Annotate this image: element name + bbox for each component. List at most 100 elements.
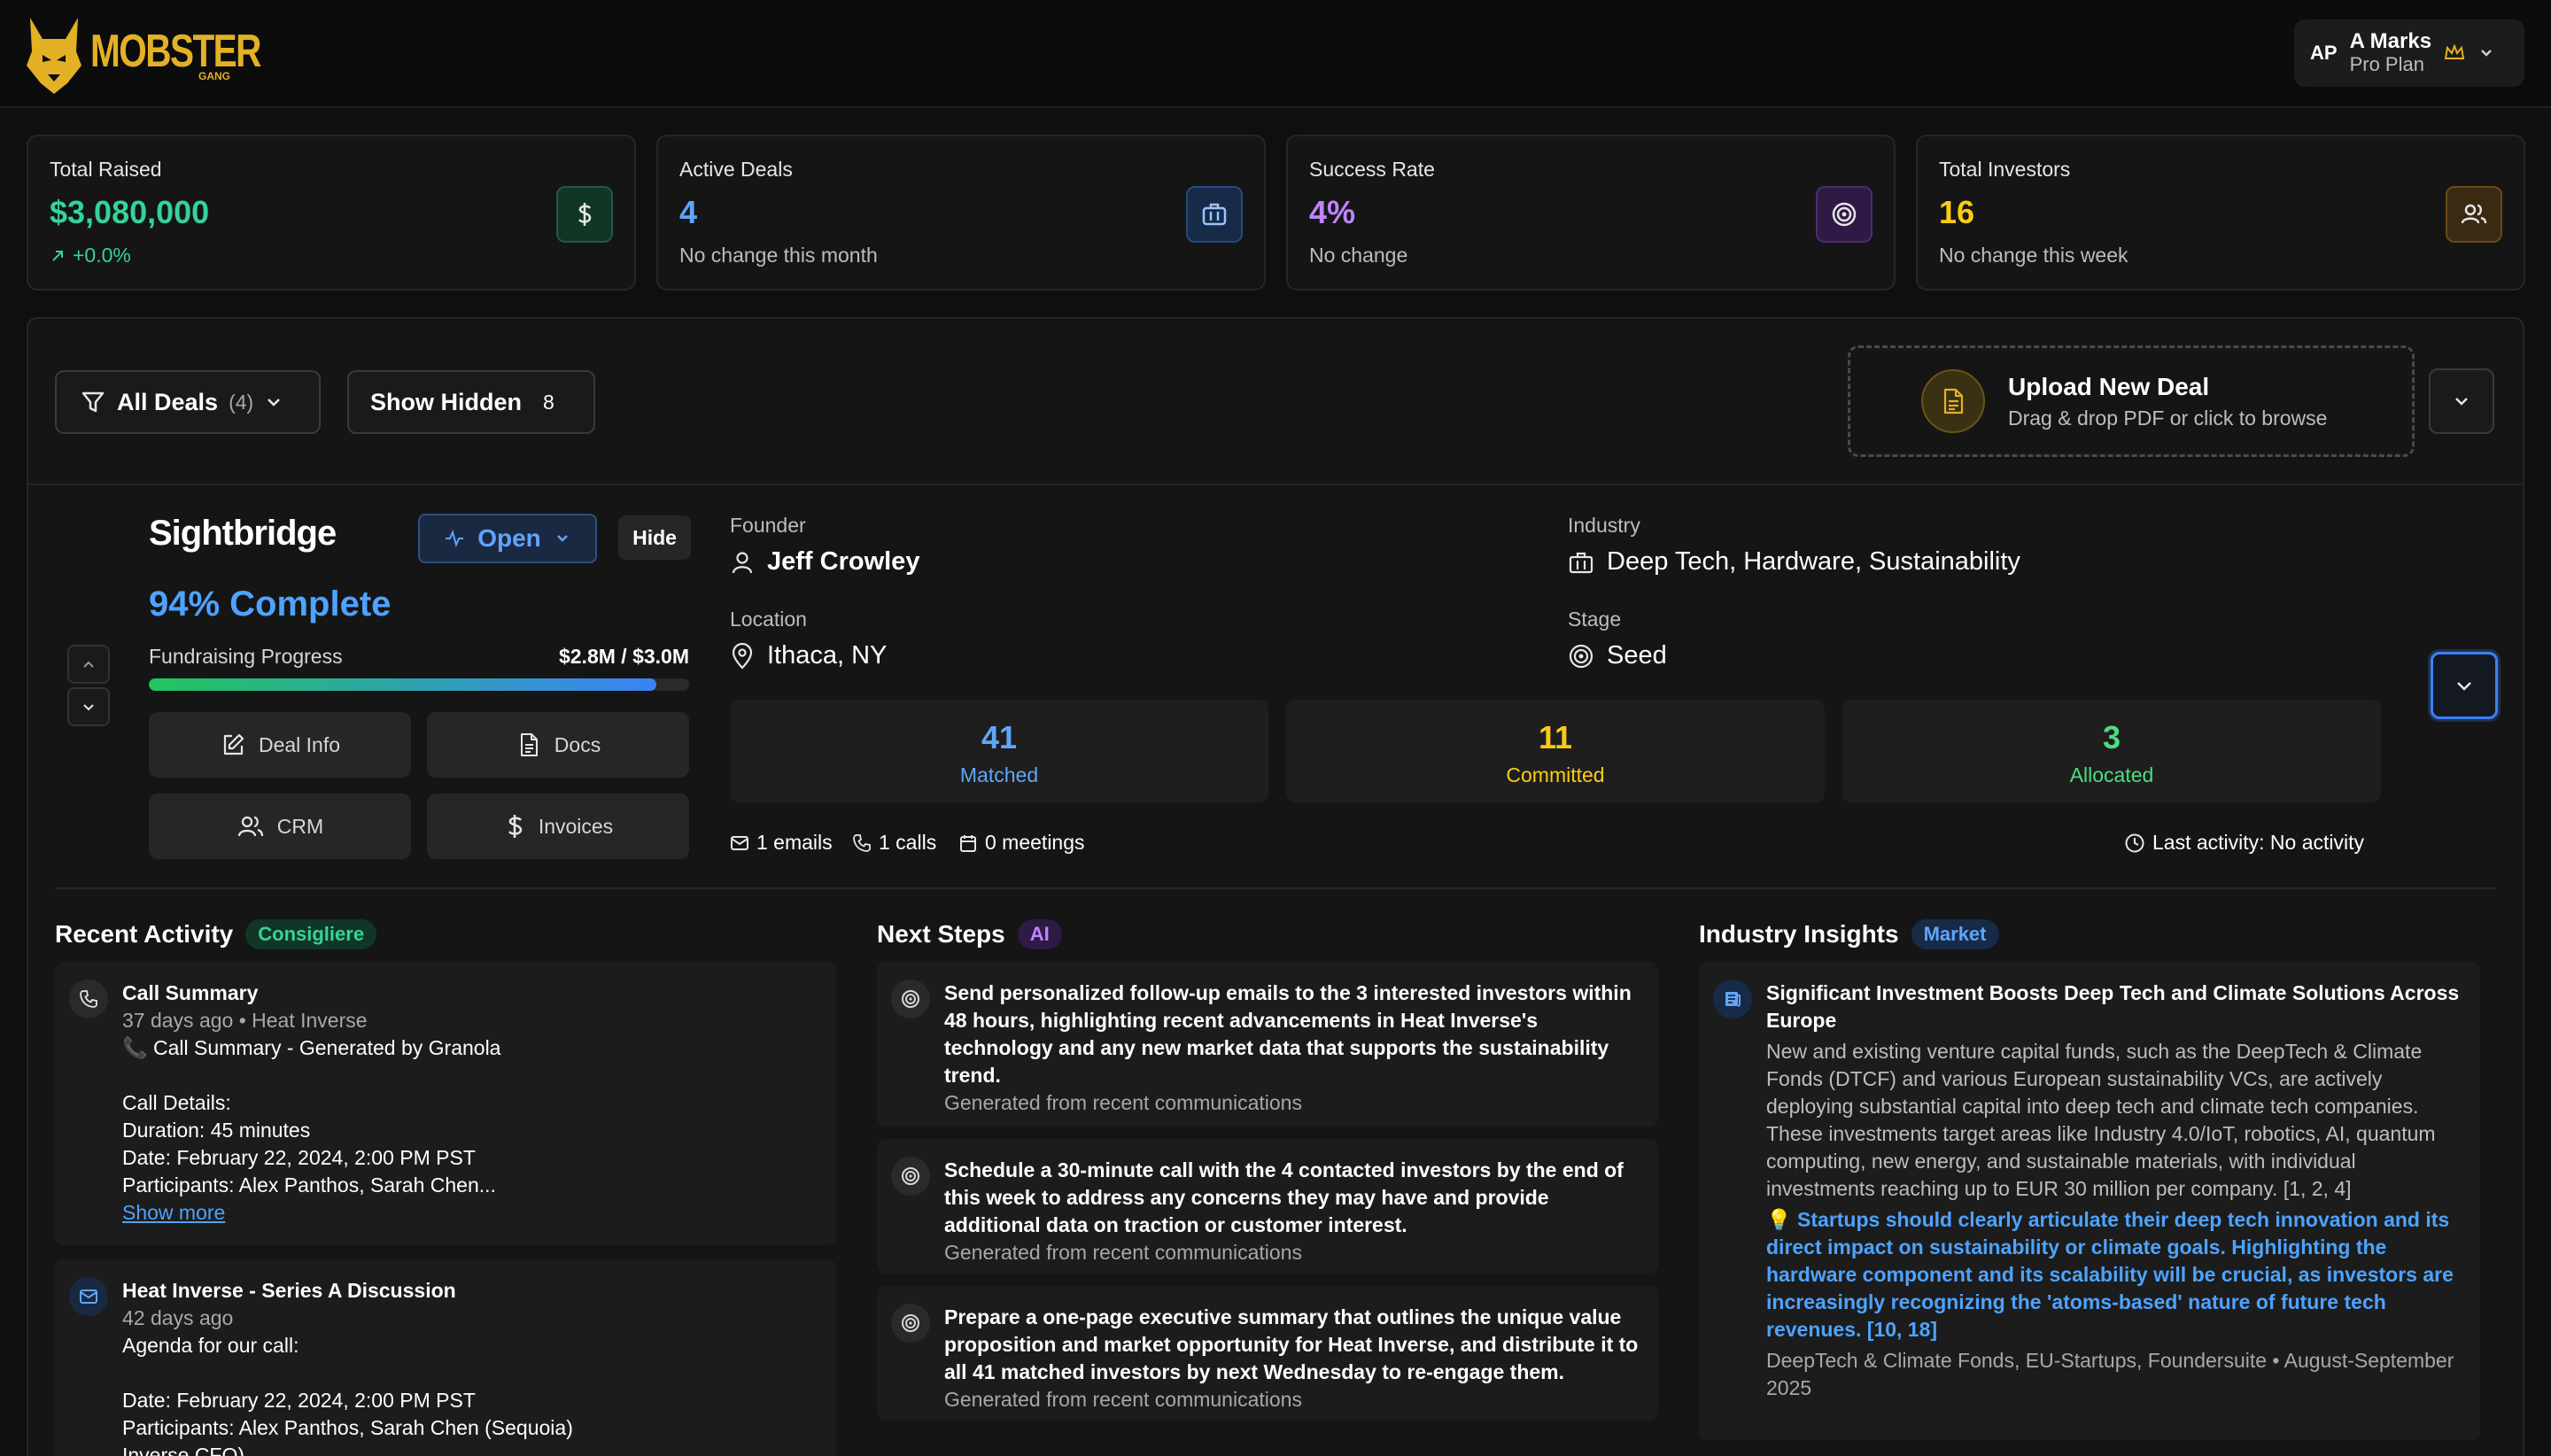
show-hidden-button[interactable]: Show Hidden 8 <box>347 370 595 434</box>
docs-button[interactable]: Docs <box>427 712 689 778</box>
stat-label: Total Investors <box>1939 158 2071 181</box>
activity-line: 📞 Call Summary - Generated by Granola <box>122 1036 501 1059</box>
insight-body: New and existing venture capital funds, … <box>1766 1040 2436 1200</box>
phone-icon <box>69 980 108 1018</box>
call-count-text: 1 calls <box>879 831 937 854</box>
phone-icon <box>853 833 871 852</box>
stat-label: Active Deals <box>679 158 793 181</box>
chevron-down-icon <box>2481 50 2492 57</box>
activity-title: Call Summary <box>122 981 259 1004</box>
activity-line: Agenda for our call: <box>122 1334 299 1357</box>
count-label: Matched <box>959 763 1039 786</box>
call-count: 1 calls <box>852 831 936 855</box>
stat-total-raised: Total Raised $3,080,000 +0.0% <box>27 135 636 290</box>
chevron-down-icon <box>83 704 94 711</box>
chevron-down-icon <box>268 399 281 407</box>
move-down-button[interactable] <box>67 687 110 726</box>
activity-item[interactable]: Heat Inverse - Series A Discussion 42 da… <box>55 1259 836 1456</box>
hide-deal-button[interactable]: Hide <box>618 515 691 560</box>
next-step-item[interactable]: Prepare a one-page executive summary tha… <box>877 1286 1658 1421</box>
move-up-button[interactable] <box>67 645 110 684</box>
upload-title: Upload New Deal <box>2008 372 2210 400</box>
committed-count[interactable]: 11 Committed <box>1286 700 1825 802</box>
activity-title: Heat Inverse - Series A Discussion <box>122 1279 456 1302</box>
next-step-text: Prepare a one-page executive summary tha… <box>944 1305 1639 1383</box>
stat-success-rate: Success Rate 4% No change <box>1286 135 1896 290</box>
chevron-up-icon <box>83 661 94 668</box>
next-step-item[interactable]: Schedule a 30-minute call with the 4 con… <box>877 1139 1658 1274</box>
brand-logo[interactable]: MOBSTER GANG <box>23 12 308 97</box>
expand-all-button[interactable] <box>2429 368 2494 434</box>
section-title: Recent Activity <box>55 920 234 948</box>
calendar-icon <box>960 834 976 852</box>
stage-text: Seed <box>1607 641 1667 670</box>
avatar: AP <box>2310 42 2338 64</box>
insight-item[interactable]: Significant Investment Boosts Deep Tech … <box>1699 962 2480 1440</box>
dollar-icon <box>556 186 613 243</box>
market-tag: Market <box>1911 919 1999 949</box>
document-icon <box>1921 369 1985 433</box>
stat-change: No change <box>1309 244 1408 267</box>
section-title: Next Steps <box>877 920 1005 948</box>
matched-count[interactable]: 41 Matched <box>730 700 1268 802</box>
location-label: Location <box>730 608 807 631</box>
invoices-button[interactable]: Invoices <box>427 794 689 859</box>
top-bar: MOBSTER GANG AP A Marks Pro Plan <box>0 0 2551 108</box>
stat-change: No change this week <box>1939 244 2128 267</box>
next-step-source: Generated from recent communications <box>944 1241 1302 1264</box>
action-label: Invoices <box>538 814 614 838</box>
count-label: Allocated <box>2069 763 2154 786</box>
last-activity: Last activity: No activity <box>2124 831 2364 855</box>
next-step-source: Generated from recent communications <box>944 1091 1302 1114</box>
stat-value: 16 <box>1939 194 1975 230</box>
target-icon <box>1816 186 1873 243</box>
collapse-deal-button[interactable] <box>2431 652 2498 719</box>
users-icon <box>237 816 263 837</box>
action-label: Docs <box>554 732 601 756</box>
show-hidden-label: Show Hidden <box>370 388 522 415</box>
all-deals-filter[interactable]: All Deals (4) <box>55 370 321 434</box>
mail-icon <box>69 1277 108 1316</box>
show-more-link[interactable]: Show more <box>122 1199 818 1227</box>
meeting-count-text: 0 meetings <box>985 831 1085 854</box>
next-step-text: Schedule a 30-minute call with the 4 con… <box>944 1158 1624 1236</box>
all-deals-count: (4) <box>229 390 254 414</box>
progress-fill <box>149 678 657 691</box>
count-value: 3 <box>2102 719 2121 755</box>
section-title: Industry Insights <box>1699 920 1899 948</box>
stat-label: Total Raised <box>50 158 162 181</box>
user-icon <box>732 551 753 573</box>
insight-title: Significant Investment Boosts Deep Tech … <box>1766 981 2460 1032</box>
target-icon <box>891 1157 930 1196</box>
deal-status-dropdown[interactable]: Open <box>418 514 597 563</box>
industry-text: Deep Tech, Hardware, Sustainability <box>1607 547 2020 576</box>
last-activity-text: Last activity: No activity <box>2152 831 2365 854</box>
allocated-count[interactable]: 3 Allocated <box>1842 700 2381 802</box>
stat-active-deals: Active Deals 4 No change this month <box>656 135 1266 290</box>
divider <box>28 484 2523 485</box>
progress-label: Fundraising Progress <box>149 645 343 668</box>
next-step-item[interactable]: Send personalized follow-up emails to th… <box>877 962 1658 1127</box>
users-icon <box>2446 186 2502 243</box>
industry-value: Deep Tech, Hardware, Sustainability <box>1568 547 2020 577</box>
stat-change: No change this month <box>679 244 878 267</box>
location-text: Ithaca, NY <box>767 641 888 670</box>
count-value: 11 <box>1538 719 1573 755</box>
activity-line: Duration: 45 minutes <box>122 1119 311 1142</box>
divider <box>55 887 2496 889</box>
next-step-text: Send personalized follow-up emails to th… <box>944 981 1632 1087</box>
deal-name: Sightbridge <box>149 514 337 553</box>
briefcase-icon <box>1186 186 1243 243</box>
newspaper-icon <box>1713 980 1752 1018</box>
stage-value: Seed <box>1568 641 1667 670</box>
edit-icon <box>223 733 244 755</box>
deal-info-button[interactable]: Deal Info <box>149 712 411 778</box>
filter-icon <box>81 391 105 413</box>
meeting-count: 0 meetings <box>958 831 1085 855</box>
chevron-down-icon <box>2457 682 2471 691</box>
crm-button[interactable]: CRM <box>149 794 411 859</box>
activity-item[interactable]: Call Summary 37 days ago • Heat Inverse … <box>55 962 836 1245</box>
user-menu[interactable]: AP A Marks Pro Plan <box>2294 19 2524 87</box>
count-value: 41 <box>981 719 1018 755</box>
upload-dropzone[interactable]: Upload New Deal Drag & drop PDF or click… <box>1848 345 2415 457</box>
